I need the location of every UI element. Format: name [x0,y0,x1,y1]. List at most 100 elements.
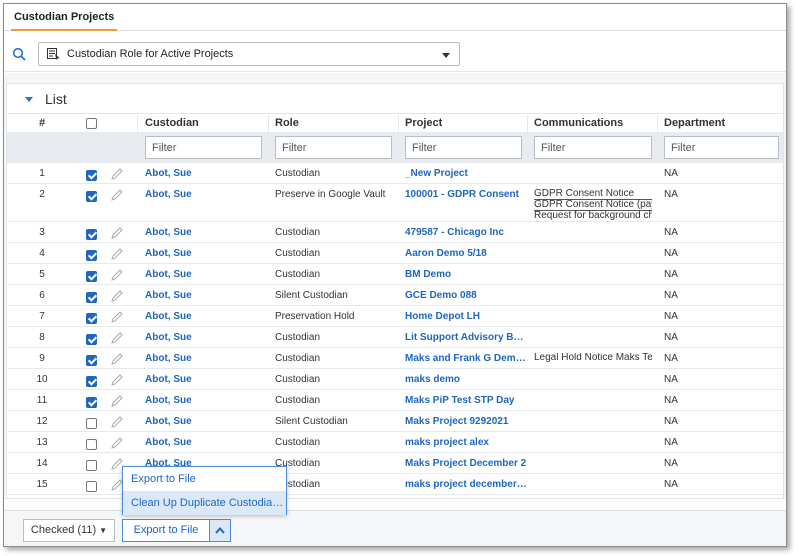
edit-pencil-icon[interactable] [110,188,124,202]
custodian-link[interactable]: Abot, Sue [145,248,265,259]
edit-pencil-icon[interactable] [110,415,124,429]
project-link[interactable]: Maks Project 9292021 [405,416,527,427]
table-row[interactable]: 10 Abot, Sue Custodian maks demo NA [7,369,783,390]
checked-dropdown-button[interactable]: Checked (11) ▼ [23,519,115,542]
edit-pencil-icon[interactable] [110,289,124,303]
edit-pencil-icon[interactable] [110,352,124,366]
row-checkbox[interactable] [86,191,97,202]
project-link[interactable]: 100001 - GDPR Consent [405,189,527,200]
edit-pencil-icon[interactable] [110,247,124,261]
column-header-role[interactable]: Role [275,115,299,132]
project-link[interactable]: maks project december 2... [405,479,527,490]
custodian-link[interactable]: Abot, Sue [145,416,265,427]
edit-pencil-icon[interactable] [110,394,124,408]
role-cell: Preservation Hold [275,311,355,322]
filter-department-input[interactable] [664,136,779,159]
column-divider [398,115,399,132]
table-row[interactable]: 11 Abot, Sue Custodian Maks PiP Test STP Da… [7,390,783,411]
column-header-custodian[interactable]: Custodian [145,115,199,132]
edit-pencil-icon[interactable] [110,167,124,181]
edit-pencil-icon[interactable] [110,331,124,345]
table-row[interactable]: 8 Abot, Sue Custodian Lit Support Advisory … [7,327,783,348]
row-checkbox[interactable] [86,481,97,492]
tab-custodian-projects[interactable]: Custodian Projects [11,10,118,31]
table-row[interactable]: 7 Abot, Sue Preservation Hold Home Depot LH… [7,306,783,327]
table-row[interactable]: 5 Abot, Sue Custodian BM Demo NA [7,264,783,285]
export-to-file-button[interactable]: Export to File [122,519,210,542]
custodian-link[interactable]: Abot, Sue [145,353,265,364]
custodian-link[interactable]: Abot, Sue [145,332,265,343]
filter-project-input[interactable] [405,136,522,159]
search-icon[interactable] [12,47,26,61]
custodian-link[interactable]: Abot, Sue [145,189,265,200]
table-row[interactable]: 2 Abot, Sue Preserve in Google Vault 100001… [7,184,783,222]
chevron-down-icon [442,53,450,58]
table-row[interactable]: 3 Abot, Sue Custodian 479587 - Chicago Inc N… [7,222,783,243]
edit-pencil-icon[interactable] [110,436,124,450]
custodian-link[interactable]: Abot, Sue [145,269,265,280]
custodian-link[interactable]: Abot, Sue [145,311,265,322]
collapse-caret-icon[interactable] [25,97,33,102]
view-select[interactable]: Custodian Role for Active Projects [38,42,460,66]
row-checkbox[interactable] [86,418,97,429]
project-link[interactable]: Lit Support Advisory Bo... [405,332,527,343]
custodian-link[interactable]: Abot, Sue [145,374,265,385]
filter-role-input[interactable] [275,136,392,159]
row-checkbox[interactable] [86,376,97,387]
row-checkbox[interactable] [86,292,97,303]
project-link[interactable]: Home Depot LH [405,311,527,322]
project-link[interactable]: Maks and Frank G Demo ... [405,353,527,364]
filter-communications-input[interactable] [534,136,652,159]
project-link[interactable]: BM Demo [405,269,527,280]
project-link[interactable]: Aaron Demo 5/18 [405,248,527,259]
row-checkbox[interactable] [86,271,97,282]
select-all-checkbox[interactable] [86,118,97,129]
table-row[interactable]: 6 Abot, Sue Silent Custodian GCE Demo 088 NA [7,285,783,306]
project-link[interactable]: 479587 - Chicago Inc [405,227,527,238]
edit-pencil-icon[interactable] [110,310,124,324]
custodian-link[interactable]: Abot, Sue [145,395,265,406]
department-cell: NA [664,227,678,238]
list-header[interactable]: List [7,84,783,114]
edit-pencil-icon[interactable] [110,268,124,282]
row-checkbox[interactable] [86,439,97,450]
row-checkbox[interactable] [86,460,97,471]
row-checkbox[interactable] [86,170,97,181]
table-row[interactable]: 9 Abot, Sue Custodian Maks and Frank G Demo… [7,348,783,369]
role-cell: Custodian [275,374,321,385]
communication-link[interactable]: Legal Hold Notice Maks Tes [534,353,652,363]
table-row[interactable]: 13 Abot, Sue Custodian maks project alex NA [7,432,783,453]
column-header-department[interactable]: Department [664,115,725,132]
custodian-link[interactable]: Abot, Sue [145,227,265,238]
row-checkbox[interactable] [86,229,97,240]
communication-link[interactable]: Request for background ch [534,211,652,221]
row-checkbox[interactable] [86,250,97,261]
project-link[interactable]: GCE Demo 088 [405,290,527,301]
column-header-communications[interactable]: Communications [534,115,623,132]
project-link[interactable]: maks project alex [405,437,527,448]
table-row[interactable]: 1 Abot, Sue Custodian _New Project NA [7,163,783,184]
role-cell: Custodian [275,437,321,448]
project-link[interactable]: _New Project [405,168,527,179]
filter-custodian-input[interactable] [145,136,262,159]
menu-item-clean-up-duplicate-custodian[interactable]: Clean Up Duplicate Custodian ... [123,491,286,515]
row-checkbox[interactable] [86,397,97,408]
table-row[interactable]: 12 Abot, Sue Silent Custodian Maks Project … [7,411,783,432]
custodian-link[interactable]: Abot, Sue [145,290,265,301]
row-checkbox[interactable] [86,313,97,324]
department-cell: NA [664,189,678,200]
custodian-link[interactable]: Abot, Sue [145,437,265,448]
row-checkbox[interactable] [86,334,97,345]
row-checkbox[interactable] [86,355,97,366]
custodian-link[interactable]: Abot, Sue [145,168,265,179]
communications-cell: Legal Hold Notice Maks Tes [534,353,652,363]
column-header-project[interactable]: Project [405,115,442,132]
menu-item-export-to-file[interactable]: Export to File [123,467,286,491]
export-menu-toggle[interactable] [209,519,231,542]
table-row[interactable]: 4 Abot, Sue Custodian Aaron Demo 5/18 NA [7,243,783,264]
project-link[interactable]: Maks PiP Test STP Day [405,395,527,406]
edit-pencil-icon[interactable] [110,226,124,240]
edit-pencil-icon[interactable] [110,373,124,387]
project-link[interactable]: Maks Project December 2 [405,458,527,469]
project-link[interactable]: maks demo [405,374,527,385]
